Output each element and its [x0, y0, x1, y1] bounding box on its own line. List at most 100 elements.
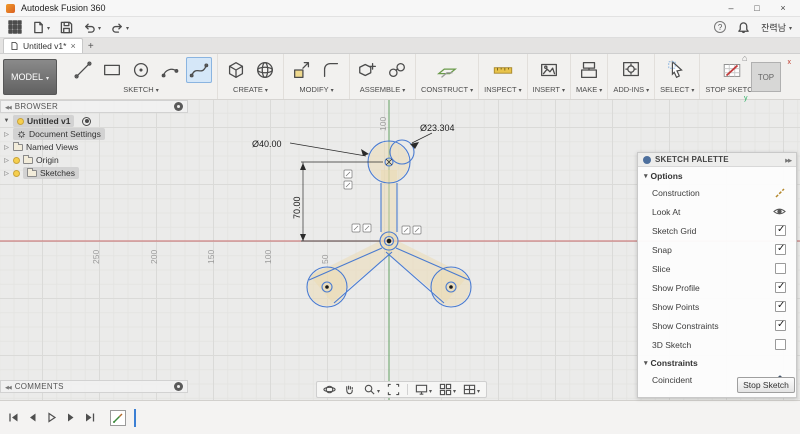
make-menu-button[interactable]: MAKE [576, 85, 602, 94]
collapse-palette-icon[interactable] [785, 155, 791, 164]
view-cube-face[interactable]: TOP [751, 62, 781, 92]
timeline-position-marker[interactable] [134, 408, 136, 427]
fit-button[interactable] [387, 383, 400, 396]
viewports-button[interactable] [463, 383, 480, 396]
data-panel-button[interactable] [8, 20, 22, 34]
expand-icon[interactable]: ▷ [3, 144, 10, 151]
undo-button[interactable] [83, 21, 101, 34]
show-points-checkbox[interactable] [775, 300, 786, 312]
save-button[interactable] [60, 21, 73, 34]
browser-item-sketches[interactable]: ▷ Sketches [3, 167, 188, 179]
tab-close-icon[interactable]: × [70, 41, 75, 51]
visibility-bulb-icon[interactable] [13, 156, 20, 164]
sketch-grid-checkbox[interactable] [775, 224, 786, 236]
browser-display-settings-icon[interactable] [174, 102, 183, 111]
options-section-header[interactable]: Options [638, 167, 796, 183]
construct-menu-button[interactable]: CONSTRUCT [421, 85, 473, 94]
comments-settings-icon[interactable] [174, 382, 183, 391]
grid-settings-button[interactable] [439, 383, 456, 396]
minimize-button[interactable]: – [718, 0, 744, 16]
fillet-button[interactable] [318, 57, 344, 83]
3d-sketch-checkbox[interactable] [775, 339, 786, 350]
create-box-button[interactable] [223, 57, 249, 83]
palette-row-show-constraints[interactable]: Show Constraints [638, 316, 796, 335]
create-menu-button[interactable]: CREATE [233, 85, 268, 94]
palette-row-slice[interactable]: Slice [638, 259, 796, 278]
browser-item-named-views[interactable]: ▷ Named Views [3, 141, 188, 153]
sketch-menu-button[interactable]: SKETCH [123, 85, 158, 94]
collapse-panel-icon[interactable] [5, 102, 11, 111]
joint-button[interactable] [384, 57, 410, 83]
new-tab-button[interactable]: + [83, 39, 99, 53]
orbit-button[interactable] [323, 383, 336, 396]
palette-row-show-points[interactable]: Show Points [638, 297, 796, 316]
user-menu[interactable]: 잔력남 [761, 21, 792, 34]
addins-button[interactable] [618, 57, 644, 83]
expand-icon[interactable]: ▼ [3, 118, 10, 124]
select-menu-button[interactable]: SELECT [660, 85, 694, 94]
visibility-bulb-icon[interactable] [17, 117, 24, 125]
look-at-icon[interactable] [773, 206, 786, 217]
modify-menu-button[interactable]: MODIFY [299, 85, 333, 94]
press-pull-button[interactable] [289, 57, 315, 83]
construct-plane-button[interactable] [434, 57, 460, 83]
insert-image-button[interactable] [536, 57, 562, 83]
expand-icon[interactable]: ▷ [3, 131, 10, 138]
dimension-diameter-large[interactable]: Ø40.00 [252, 139, 282, 149]
palette-row-sketch-grid[interactable]: Sketch Grid [638, 221, 796, 240]
timeline-play-button[interactable] [45, 411, 58, 424]
circle-tool-button[interactable] [128, 57, 154, 83]
slice-checkbox[interactable] [775, 263, 786, 274]
workspace-selector[interactable]: MODEL [3, 58, 57, 95]
new-component-button[interactable] [355, 57, 381, 83]
maximize-button[interactable]: □ [744, 0, 770, 16]
dimension-diameter-small[interactable]: Ø23.304 [420, 123, 455, 133]
browser-header[interactable]: BROWSER [0, 100, 188, 113]
home-icon[interactable]: ⌂ [742, 53, 747, 63]
make-button[interactable] [576, 57, 602, 83]
timeline-sketch-feature[interactable] [110, 409, 126, 426]
palette-row-snap[interactable]: Snap [638, 240, 796, 259]
palette-row-3d-sketch[interactable]: 3D Sketch [638, 335, 796, 354]
display-settings-button[interactable] [415, 383, 432, 396]
active-document-icon[interactable] [82, 116, 92, 126]
insert-menu-button[interactable]: INSERT [533, 85, 565, 94]
collapse-panel-icon[interactable] [5, 382, 11, 391]
rectangle-tool-button[interactable] [99, 57, 125, 83]
sketch-palette-header[interactable]: SKETCH PALETTE [638, 153, 796, 167]
show-profile-checkbox[interactable] [775, 281, 786, 293]
line-tool-button[interactable] [70, 57, 96, 83]
help-icon[interactable]: ? [714, 21, 727, 33]
view-cube[interactable]: ⌂ TOP x y [742, 53, 791, 102]
timeline-skip-end-button[interactable] [83, 411, 96, 424]
spline-tool-button[interactable] [186, 57, 212, 83]
timeline-skip-start-button[interactable] [7, 411, 20, 424]
modeling-canvas[interactable]: Ø40.00 Ø23.304 70.00 250 200 150 100 50 … [0, 100, 800, 400]
addins-menu-button[interactable]: ADD-INS [613, 85, 649, 94]
browser-root-row[interactable]: ▼ Untitled v1 [3, 115, 188, 127]
measure-button[interactable] [490, 57, 516, 83]
comments-header[interactable]: COMMENTS [0, 380, 188, 393]
timeline-step-forward-button[interactable] [64, 411, 77, 424]
stop-sketch-action-button[interactable]: Stop Sketch [737, 377, 795, 393]
show-constraints-checkbox[interactable] [775, 319, 786, 331]
inspect-menu-button[interactable]: INSPECT [484, 85, 522, 94]
zoom-button[interactable] [363, 383, 380, 396]
dimension-vertical[interactable]: 70.00 [292, 196, 302, 219]
arc-tool-button[interactable] [157, 57, 183, 83]
palette-row-construction[interactable]: Construction [638, 183, 796, 202]
expand-icon[interactable]: ▷ [3, 170, 10, 177]
expand-icon[interactable]: ▷ [3, 157, 10, 164]
visibility-bulb-icon[interactable] [13, 169, 20, 177]
browser-item-document-settings[interactable]: ▷ Document Settings [3, 128, 188, 140]
file-menu-button[interactable] [32, 21, 50, 34]
palette-row-show-profile[interactable]: Show Profile [638, 278, 796, 297]
redo-button[interactable] [111, 21, 129, 34]
browser-item-origin[interactable]: ▷ Origin [3, 154, 188, 166]
close-button[interactable]: × [770, 0, 796, 16]
stop-sketch-button[interactable] [719, 57, 745, 83]
document-tab[interactable]: Untitled v1* × [3, 38, 83, 53]
snap-checkbox[interactable] [775, 243, 786, 255]
pan-button[interactable] [343, 383, 356, 396]
palette-row-look-at[interactable]: Look At [638, 202, 796, 221]
